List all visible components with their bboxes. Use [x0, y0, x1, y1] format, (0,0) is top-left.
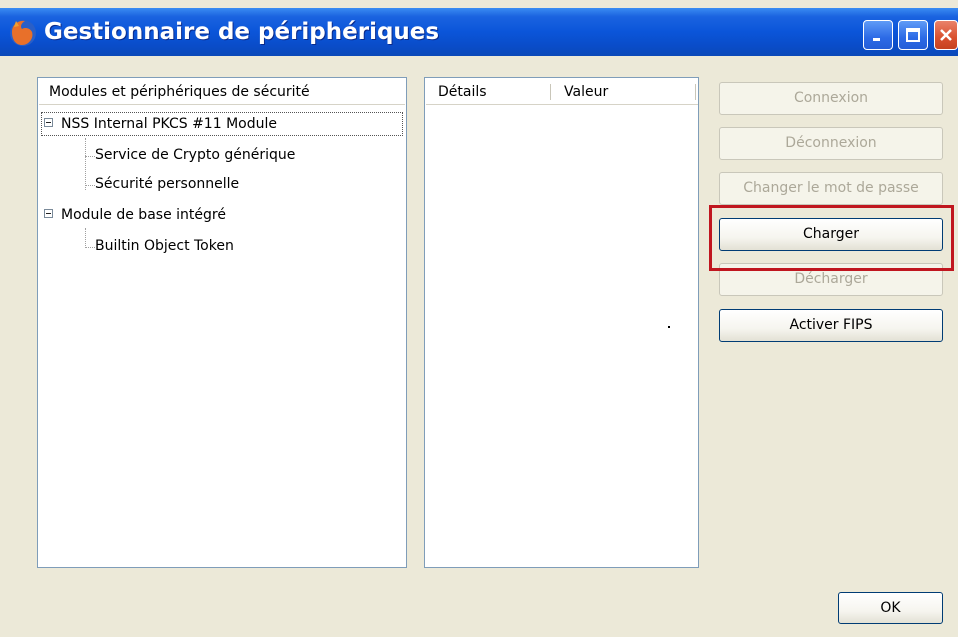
tree-connector [85, 247, 95, 248]
tree-connector [85, 138, 86, 190]
collapse-toggle-icon[interactable] [44, 209, 53, 218]
tree-column-header[interactable]: Modules et périphériques de sécurité [39, 79, 405, 105]
tree-item-personal-security[interactable]: Sécurité personnelle [95, 170, 239, 198]
maximize-icon [906, 28, 920, 42]
window-title: Gestionnaire de périphériques [44, 19, 440, 45]
ok-button[interactable]: OK [838, 592, 943, 624]
tree-item-nss-internal-module[interactable]: NSS Internal PKCS #11 Module [39, 110, 405, 138]
connexion-button[interactable]: Connexion [719, 82, 943, 115]
tree-item-label: NSS Internal PKCS #11 Module [61, 116, 277, 132]
close-icon [940, 29, 952, 41]
minimize-icon [873, 38, 880, 41]
close-button[interactable] [934, 20, 958, 50]
collapse-toggle-icon[interactable] [44, 118, 53, 127]
activer-fips-button[interactable]: Activer FIPS [719, 309, 943, 342]
tree-item-crypto-service[interactable]: Service de Crypto générique [95, 141, 295, 169]
column-header-details[interactable]: Détails [426, 79, 556, 105]
column-separator[interactable] [695, 84, 696, 100]
deconnexion-button[interactable]: Déconnexion [719, 127, 943, 160]
tree-item-label: Service de Crypto générique [95, 147, 296, 163]
details-table[interactable]: Détails Valeur [424, 77, 699, 568]
firefox-icon [10, 20, 36, 46]
tree-item-label: Sécurité personnelle [95, 176, 240, 192]
tree-item-builtin-token[interactable]: Builtin Object Token [95, 232, 234, 260]
tree-item-label: Builtin Object Token [95, 238, 234, 254]
title-bar[interactable]: Gestionnaire de périphériques [0, 8, 958, 56]
security-modules-tree[interactable]: Modules et périphériques de sécurité NSS… [37, 77, 407, 568]
tree-item-label: Module de base intégré [61, 207, 226, 223]
maximize-button[interactable] [898, 20, 928, 50]
minimize-button[interactable] [863, 20, 893, 50]
change-password-button[interactable]: Changer le mot de passe [719, 172, 943, 205]
tree-connector [85, 228, 86, 248]
tree-connector [85, 185, 95, 186]
stray-dot [668, 326, 670, 328]
device-manager-window: Gestionnaire de périphériques Modules et… [0, 0, 958, 637]
column-header-value[interactable]: Valeur [556, 79, 698, 105]
tree-connector [85, 156, 95, 157]
column-separator[interactable] [550, 84, 551, 100]
highlight-annotation [709, 205, 954, 271]
